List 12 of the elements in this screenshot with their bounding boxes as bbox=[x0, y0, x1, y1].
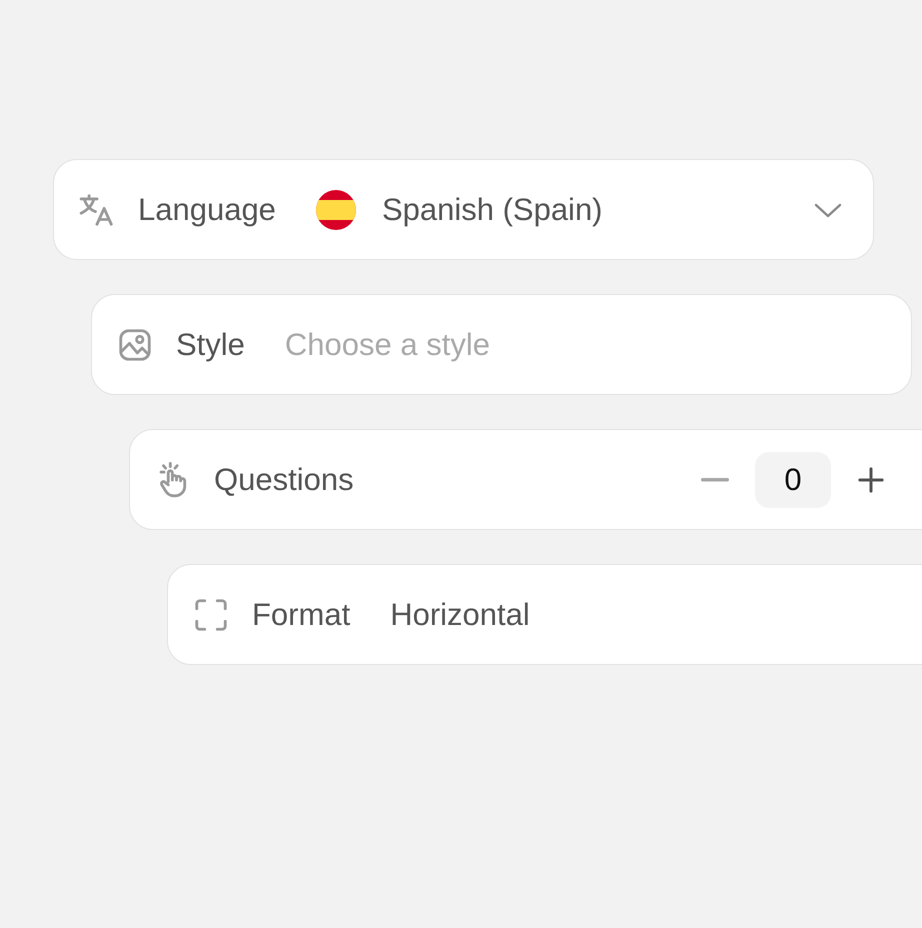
field-label: Format bbox=[252, 596, 350, 632]
select-value[interactable]: Spanish (Spain) bbox=[382, 192, 603, 228]
minus-icon bbox=[701, 478, 729, 482]
field-label: Style bbox=[176, 326, 245, 362]
field-label: Questions bbox=[214, 462, 354, 498]
style-input[interactable]: Choose a style bbox=[284, 326, 685, 362]
chevron-down-icon[interactable] bbox=[813, 202, 843, 218]
select-value[interactable]: Horizontal bbox=[390, 596, 530, 632]
plus-icon bbox=[858, 466, 884, 492]
count-value: 0 bbox=[755, 452, 831, 508]
flag-icon bbox=[316, 190, 356, 230]
field-label: Language bbox=[138, 192, 276, 228]
